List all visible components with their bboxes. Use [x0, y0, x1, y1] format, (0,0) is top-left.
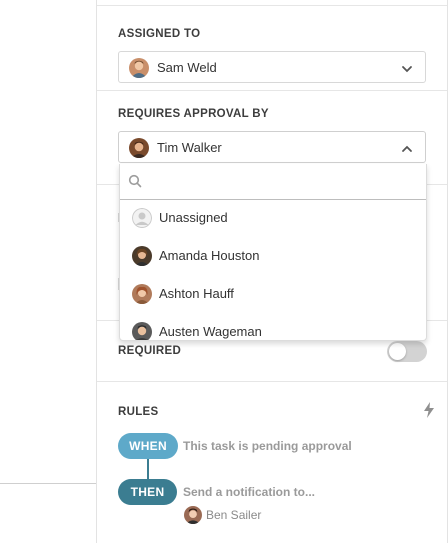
assigned-to-select[interactable]: Sam Weld	[118, 51, 426, 83]
rules-label: RULES	[118, 406, 159, 418]
left-divider-line	[0, 483, 96, 484]
user-avatar-ashton-hauff-icon	[132, 284, 152, 304]
search-icon	[128, 174, 142, 193]
dropdown-search	[120, 164, 426, 200]
then-action-text[interactable]: Send a notification to...	[183, 485, 315, 499]
user-avatar-sam-weld-icon	[129, 58, 149, 78]
divider	[97, 381, 447, 382]
user-avatar-ben-sailer-icon	[184, 506, 202, 524]
option-name: Unassigned	[159, 210, 228, 225]
divider	[97, 5, 447, 6]
dropdown-search-input[interactable]	[148, 170, 412, 194]
user-avatar-austen-wageman-icon	[132, 322, 152, 340]
toggle-knob	[389, 343, 406, 360]
chevron-up-icon	[401, 142, 413, 160]
placeholder-user-icon	[132, 208, 152, 228]
recipient-name: Ben Sailer	[206, 508, 262, 522]
required-toggle[interactable]	[387, 341, 427, 362]
then-pill: THEN	[118, 479, 177, 505]
lightning-bolt-icon[interactable]	[423, 402, 435, 423]
requires-approval-select[interactable]: Tim Walker	[118, 131, 426, 163]
requires-approval-label: REQUIRES APPROVAL BY	[118, 108, 269, 120]
when-pill: WHEN	[118, 433, 178, 459]
requires-approval-value: Tim Walker	[157, 140, 222, 155]
divider	[97, 90, 447, 91]
left-background-area	[0, 0, 96, 543]
rule-connector	[147, 459, 149, 479]
assigned-to-value: Sam Weld	[157, 60, 217, 75]
dropdown-option-amanda-houston[interactable]: Amanda Houston	[120, 237, 426, 275]
dropdown-option-unassigned[interactable]: Unassigned	[120, 199, 426, 237]
required-label: REQUIRED	[118, 345, 182, 357]
dropdown-option-austen-wageman[interactable]: Austen Wageman	[120, 313, 426, 340]
dropdown-option-ashton-hauff[interactable]: Ashton Hauff	[120, 275, 426, 313]
chevron-down-icon	[401, 62, 413, 80]
user-avatar-amanda-houston-icon	[132, 246, 152, 266]
option-name: Austen Wageman	[159, 324, 262, 339]
when-condition-text[interactable]: This task is pending approval	[183, 439, 352, 453]
approver-dropdown-menu: Unassigned Amanda Houston Ashton Hauff A…	[119, 164, 427, 341]
option-name: Ashton Hauff	[159, 286, 234, 301]
option-name: Amanda Houston	[159, 248, 260, 263]
assigned-to-label: ASSIGNED TO	[118, 28, 201, 40]
user-avatar-tim-walker-icon	[129, 138, 149, 158]
